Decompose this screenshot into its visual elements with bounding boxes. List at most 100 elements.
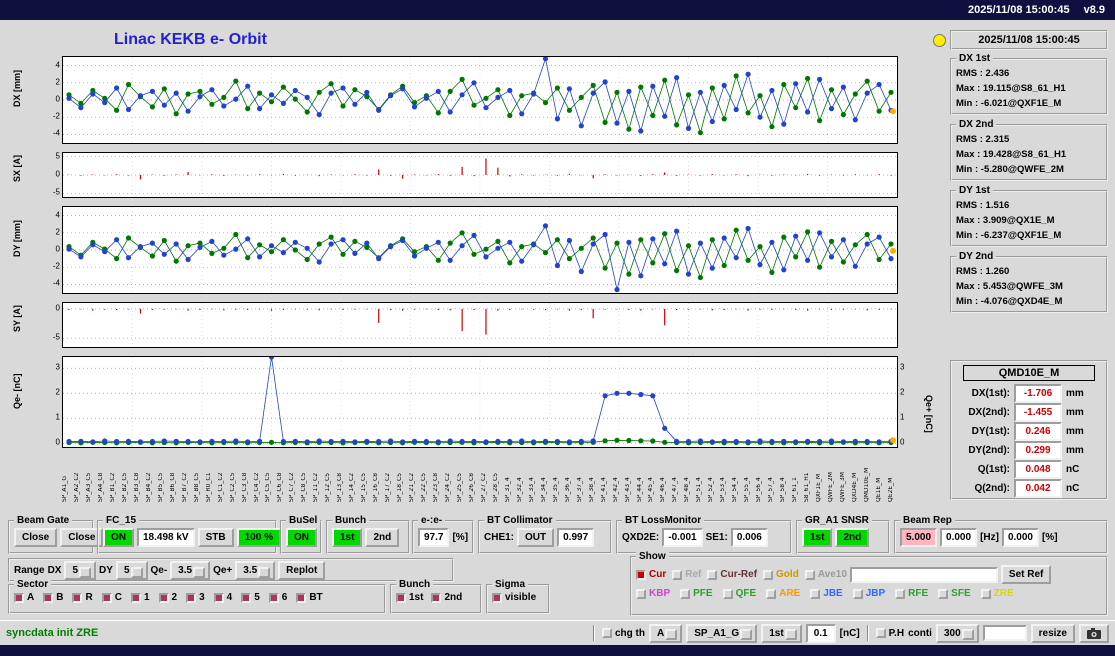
checkbox-indicator (804, 569, 815, 580)
checkbox-2[interactable]: 2 (158, 592, 177, 603)
checkbox-label: B (56, 592, 64, 603)
checkbox-b[interactable]: B (43, 592, 63, 603)
ph-checkbox[interactable]: P.H (875, 628, 904, 639)
range-qem-dropdown[interactable]: 3.5 (170, 561, 211, 580)
stat-rms-dx-1st: RMS : 2.436 (956, 68, 1010, 79)
fc15-on-button[interactable]: ON (103, 528, 134, 547)
sy-plot (62, 302, 898, 348)
stat-box-dx-1st: DX 1st RMS : 2.436 Max : 19.115@S8_61_H1 Mi… (950, 53, 1108, 115)
checkbox-qfe[interactable]: QFE (722, 588, 756, 599)
busel-on-button[interactable]: ON (286, 528, 317, 547)
checkbox-label: Ref (685, 569, 702, 580)
range-dx-dropdown[interactable]: 5 (64, 561, 97, 580)
x-tick-label: SP_21_C2 (409, 472, 416, 502)
show-row-2: KBP PFE QFE ARE JBE JBP RFE SFE ZRE (632, 588, 1106, 599)
y-axis-label: Qe- [nC] (12, 373, 22, 410)
interval-dropdown[interactable]: 300 (935, 623, 979, 643)
bpm-dropdown[interactable]: SP_A1_G (686, 623, 758, 643)
stat-min-dx-2nd: Min : -5.280@QWFE_2M (956, 164, 1064, 175)
threshold-unit: [nC] (839, 627, 860, 639)
chg-th-checkbox[interactable]: chg th (601, 627, 645, 639)
checkbox-r[interactable]: R (72, 592, 93, 603)
checkbox-6[interactable]: 6 (268, 592, 287, 603)
checkbox-rfe[interactable]: RFE (895, 588, 928, 599)
y-tick-label: 3 (55, 362, 60, 372)
sector-dropdown[interactable]: A (648, 623, 683, 643)
fc15-stb-button[interactable]: STB (197, 528, 234, 547)
checkbox-3[interactable]: 3 (186, 592, 205, 603)
checkbox-label: 3 (199, 592, 205, 603)
x-tick-label: SP_C3_C8 (241, 472, 248, 502)
checkbox-1st[interactable]: 1st (396, 592, 423, 603)
monitor-panel: QMD10E_M DX(1st): -1.706 mm DX(2nd): -1.455 m… (950, 360, 1108, 500)
y-tick-label: 2 (55, 227, 60, 237)
threshold-input[interactable]: 0.1 (805, 623, 836, 643)
checkbox-bt[interactable]: BT (296, 592, 323, 603)
bunch-1st-button[interactable]: 1st (332, 528, 363, 547)
che1-out-button[interactable]: OUT (517, 528, 555, 547)
checkbox-visible[interactable]: visible (492, 592, 536, 603)
checkbox-jbp[interactable]: JBP (852, 588, 885, 599)
checkbox-label: 4 (226, 592, 233, 603)
beam-rep-group-label: Beam Rep (900, 515, 955, 526)
resize-button[interactable]: resize (1030, 623, 1075, 643)
checkbox-indicator (636, 569, 646, 580)
checkbox-sfe[interactable]: SFE (938, 588, 971, 599)
checkbox-2nd[interactable]: 2nd (431, 592, 462, 603)
checkbox-gold[interactable]: Gold (763, 569, 799, 580)
checkbox-4[interactable]: 4 (213, 592, 233, 603)
beam-gate-close-1-button[interactable]: Close (14, 528, 58, 547)
checkbox-indicator (707, 569, 718, 580)
bunch-checkboxes: 1st 2nd (392, 592, 480, 603)
checkbox-c[interactable]: C (101, 592, 122, 603)
dy-right-gutter (898, 206, 936, 294)
stat-box-title-dy-1st: DY 1st (956, 185, 993, 196)
range-dy-dropdown[interactable]: 5 (115, 561, 148, 580)
checkbox-ave10[interactable]: Ave10 (804, 569, 847, 580)
range-qep-dropdown[interactable]: 3.5 (235, 561, 276, 580)
y-axis-label: SY [A] (12, 305, 22, 332)
checkbox-ref[interactable]: Ref (672, 569, 701, 580)
x-tick-label: SP_B3_C8 (133, 472, 140, 502)
x-tick-label: SP_44_4 (636, 477, 643, 502)
checkbox-indicator (101, 592, 112, 603)
checkbox-indicator (810, 588, 821, 599)
replot-button[interactable]: Replot (278, 561, 326, 580)
x-tick-label: SP_46_4 (660, 477, 667, 502)
checkbox-label: Ave10 (817, 569, 847, 580)
checkbox-label: ARE (779, 588, 801, 599)
x-tick-label: SP_28_C5 (492, 472, 499, 502)
x-tick-label: SP_48_4 (684, 477, 691, 502)
checkbox-pfe[interactable]: PFE (680, 588, 713, 599)
statusbar-input[interactable] (982, 625, 1027, 641)
checkbox-cur[interactable]: Cur (636, 569, 666, 580)
chg-th-label: chg th (614, 627, 645, 639)
gr-a1-2nd-button[interactable]: 2nd (835, 528, 870, 547)
ref-name-input[interactable] (849, 566, 998, 583)
set-ref-button[interactable]: Set Ref (1000, 565, 1052, 584)
checkbox-are[interactable]: ARE (766, 588, 800, 599)
screenshot-button[interactable] (1079, 623, 1109, 643)
checkbox-a[interactable]: A (14, 592, 34, 603)
checkbox-cur-ref[interactable]: Cur-Ref (707, 569, 757, 580)
checkbox-1[interactable]: 1 (130, 592, 150, 603)
checkbox-5[interactable]: 5 (241, 592, 260, 603)
monitor-row-value: -1.706 (1014, 383, 1062, 403)
plot-row-sy: 0 -5 SY [A] (8, 302, 936, 348)
checkbox-kbp[interactable]: KBP (636, 588, 670, 599)
gr-a1-1st-button[interactable]: 1st (802, 528, 833, 547)
x-tick-label: SP_41_4 (600, 477, 607, 502)
y-axis-label: SX [A] (12, 155, 22, 182)
checkbox-label: visible (505, 592, 537, 603)
x-tick-label: QXD4E_M (851, 472, 858, 502)
x-tick-label: SP_34_4 (540, 477, 547, 502)
bunch-2nd-button[interactable]: 2nd (365, 528, 400, 547)
y-tick-label: 2 (55, 387, 60, 397)
checkbox-zre[interactable]: ZRE (980, 588, 1014, 599)
x-tick-label: SP_14_C2 (349, 472, 356, 502)
range-qem-label: Qe- (150, 565, 168, 576)
checkbox-jbe[interactable]: JBE (810, 588, 843, 599)
bunch-show-group: Bunch 1st 2nd (390, 579, 482, 614)
bunch-dropdown[interactable]: 1st (761, 623, 802, 643)
checkbox-label: SFE (951, 588, 971, 599)
